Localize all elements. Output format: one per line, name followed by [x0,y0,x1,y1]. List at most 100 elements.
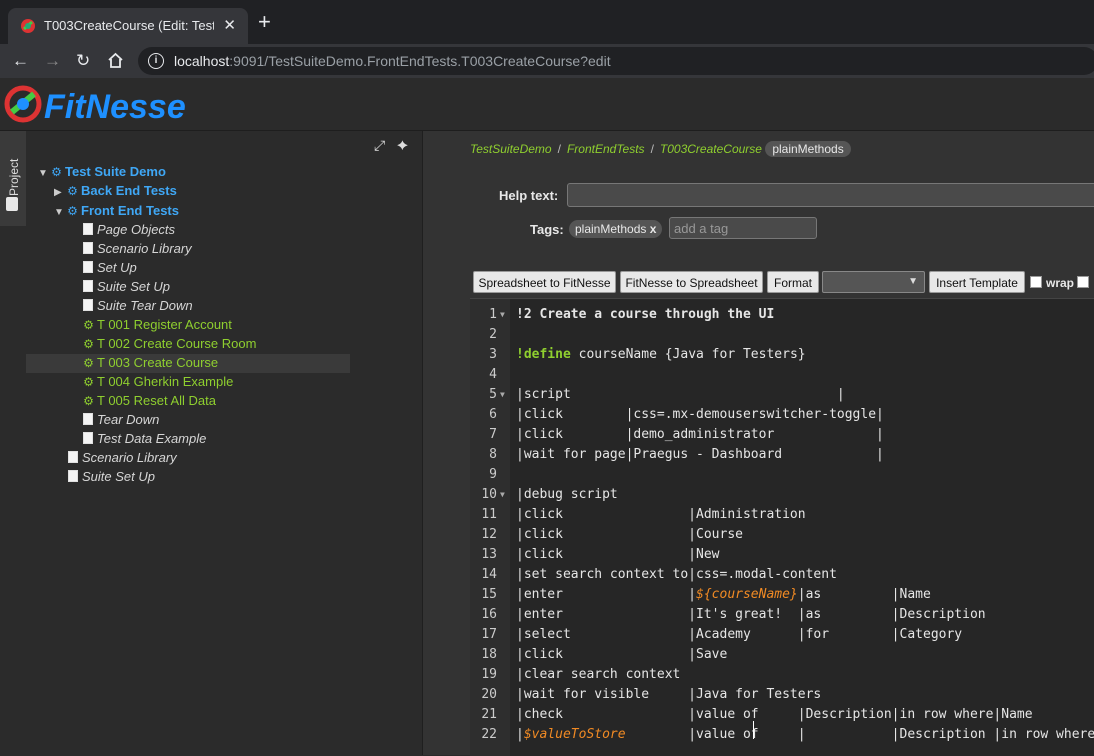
insert-template-button[interactable]: Insert Template [929,271,1025,293]
code-line[interactable]: 9 [470,465,1094,485]
gear-icon: ⚙ [83,356,94,370]
spreadsheet-to-fitnesse-button[interactable]: Spreadsheet to FitNesse [473,271,616,293]
locate-icon[interactable]: ✦ [397,137,408,153]
code-line[interactable]: 19 |clear search context [470,665,1094,685]
tree-item-suite-tear-down[interactable]: Suite Tear Down [81,296,193,315]
line-number: 1 [489,307,497,322]
code-line[interactable]: 1 ▼ !2 Create a course through the UI [470,305,1094,325]
tree-item-test-suite-demo[interactable]: ▼ ⚙ Test Suite Demo [38,162,166,181]
fitnesse-to-spreadsheet-button[interactable]: FitNesse to Spreadsheet [620,271,763,293]
tree-item-suite-set-up[interactable]: Suite Set Up [81,277,170,296]
line-number: 3 [489,347,497,362]
code-text: |click |demo_administrator | [516,427,884,442]
template-select[interactable]: ▼ [822,271,925,293]
code-line[interactable]: 12 |click |Course [470,525,1094,545]
breadcrumb-link[interactable]: TestSuiteDemo [470,142,552,156]
tab-close-icon[interactable]: ✕ [223,16,236,34]
line-number: 22 [481,727,497,742]
code-line[interactable]: 5 ▼ |script | [470,385,1094,405]
tree-item-root-scenario-library[interactable]: Scenario Library [66,448,177,467]
fold-arrow-icon[interactable]: ▼ [500,485,505,505]
add-tag-input[interactable]: add a tag [669,217,817,239]
page-icon [68,451,78,463]
code-line[interactable]: 15 |enter |${courseName}|as |Name [470,585,1094,605]
tree-item-t004[interactable]: ⚙ T 004 Gherkin Example [82,372,233,391]
wrap-checkbox[interactable] [1030,276,1042,288]
line-number: 2 [489,327,497,342]
help-text-input[interactable] [567,183,1094,207]
app-header: FitNesse [0,78,1094,131]
code-text: !define courseName {Java for Testers} [516,347,806,362]
code-line[interactable]: 2 [470,325,1094,345]
new-tab-icon[interactable]: + [258,11,271,33]
tree-item-tear-down[interactable]: Tear Down [81,410,159,429]
code-text: !2 Create a course through the UI [516,307,775,322]
tree-item-t002[interactable]: ⚙ T 002 Create Course Room [82,334,256,353]
code-line[interactable]: 22 |$valueToStore |value of | |Descriptio… [470,725,1094,745]
fold-arrow-icon[interactable]: ▼ [500,385,505,405]
tree-item-page-objects[interactable]: Page Objects [81,220,175,239]
code-line[interactable]: 16 |enter |It's great! |as |Description [470,605,1094,625]
line-number: 16 [481,607,497,622]
code-line[interactable]: 14 |set search context to|css=.modal-cont… [470,565,1094,585]
chevron-down-icon[interactable]: ▼ [54,203,66,222]
tree-item-back-end-tests[interactable]: ▶ ⚙ Back End Tests [54,181,177,200]
code-line[interactable]: 6 |click |css=.mx-demouserswitcher-toggle… [470,405,1094,425]
code-line[interactable]: 11 |click |Administration [470,505,1094,525]
browser-tab[interactable]: T003CreateCourse (Edit: TestSuite ✕ [8,8,248,44]
tree-item-front-end-tests[interactable]: ▼ ⚙ Front End Tests [54,201,179,220]
fold-arrow-icon[interactable]: ▼ [500,305,505,325]
code-text: |click |Course [516,527,743,542]
code-editor[interactable]: 1 ▼ !2 Create a course through the UI 2 3 !de… [470,298,1094,756]
tree-item-t003[interactable]: ⚙ T 003 Create Course [82,353,218,372]
tag-badge[interactable]: plainMethods [765,141,851,157]
code-line[interactable]: 21 |check |value of |Description|in row w… [470,705,1094,725]
site-info-icon[interactable]: i [148,53,164,69]
format-button[interactable]: Format [767,271,819,293]
code-line[interactable]: 10 ▼ |debug script [470,485,1094,505]
code-line[interactable]: 18 |click |Save [470,645,1094,665]
code-line[interactable]: 7 |click |demo_administrator | [470,425,1094,445]
main-panel: TestSuiteDemo / FrontEndTests / T003CreateCo… [423,131,1094,756]
back-arrow-icon[interactable]: ← [12,51,29,71]
gears-icon: ⚙ [67,204,78,218]
line-number: 6 [489,407,497,422]
address-bar-row: ← → ↻ i localhost:9091/TestSuiteDemo.Fro… [0,44,1094,78]
line-number: 7 [489,427,497,442]
code-line[interactable]: 20 |wait for visible |Java for Testers [470,685,1094,705]
home-icon[interactable] [107,52,124,69]
code-text: |set search context to|css=.modal-conten… [516,567,837,582]
expand-icon[interactable]: ⤢ [374,137,385,153]
page-icon [68,470,78,482]
code-text: |enter |It's great! |as |Description [516,607,986,622]
tree-item-set-up[interactable]: Set Up [81,258,137,277]
reload-icon[interactable]: ↻ [76,51,90,71]
code-line[interactable]: 4 [470,365,1094,385]
chevron-down-icon[interactable]: ▼ [38,164,50,183]
code-line[interactable]: 3 !define courseName {Java for Testers} [470,345,1094,365]
breadcrumb-link[interactable]: T003CreateCourse [660,142,762,156]
page-icon [83,242,93,254]
code-line[interactable]: 17 |select |Academy |for |Category [470,625,1094,645]
code-line[interactable]: 8 |wait for page|Praegus - Dashboard | [470,445,1094,465]
page-icon [83,299,93,311]
code-text: |wait for visible |Java for Testers [516,687,822,702]
tree-item-root-suite-set-up[interactable]: Suite Set Up [66,467,155,486]
code-text: |$valueToStore |value of | |Description … [516,727,1094,742]
tree-item-t001[interactable]: ⚙ T 001 Register Account [82,315,232,334]
breadcrumb-link[interactable]: FrontEndTests [567,142,645,156]
fitnesse-logo[interactable]: FitNesse [4,82,204,126]
tree-item-test-data-example[interactable]: Test Data Example [81,429,206,448]
forward-arrow-icon[interactable]: → [44,51,61,71]
tree-item-t005[interactable]: ⚙ T 005 Reset All Data [82,391,216,410]
line-number: 9 [489,467,497,482]
tag-remove-icon[interactable]: x [650,222,657,236]
code-line[interactable]: 13 |click |New [470,545,1094,565]
tree-item-scenario-library[interactable]: Scenario Library [81,239,192,258]
chevron-right-icon[interactable]: ▶ [54,183,66,202]
extra-checkbox[interactable] [1077,276,1089,288]
line-number: 5 [489,387,497,402]
url-field[interactable]: i localhost:9091/TestSuiteDemo.FrontEndT… [138,47,1094,75]
gear-icon: ⚙ [83,394,94,408]
project-rail[interactable]: Project [0,131,26,226]
